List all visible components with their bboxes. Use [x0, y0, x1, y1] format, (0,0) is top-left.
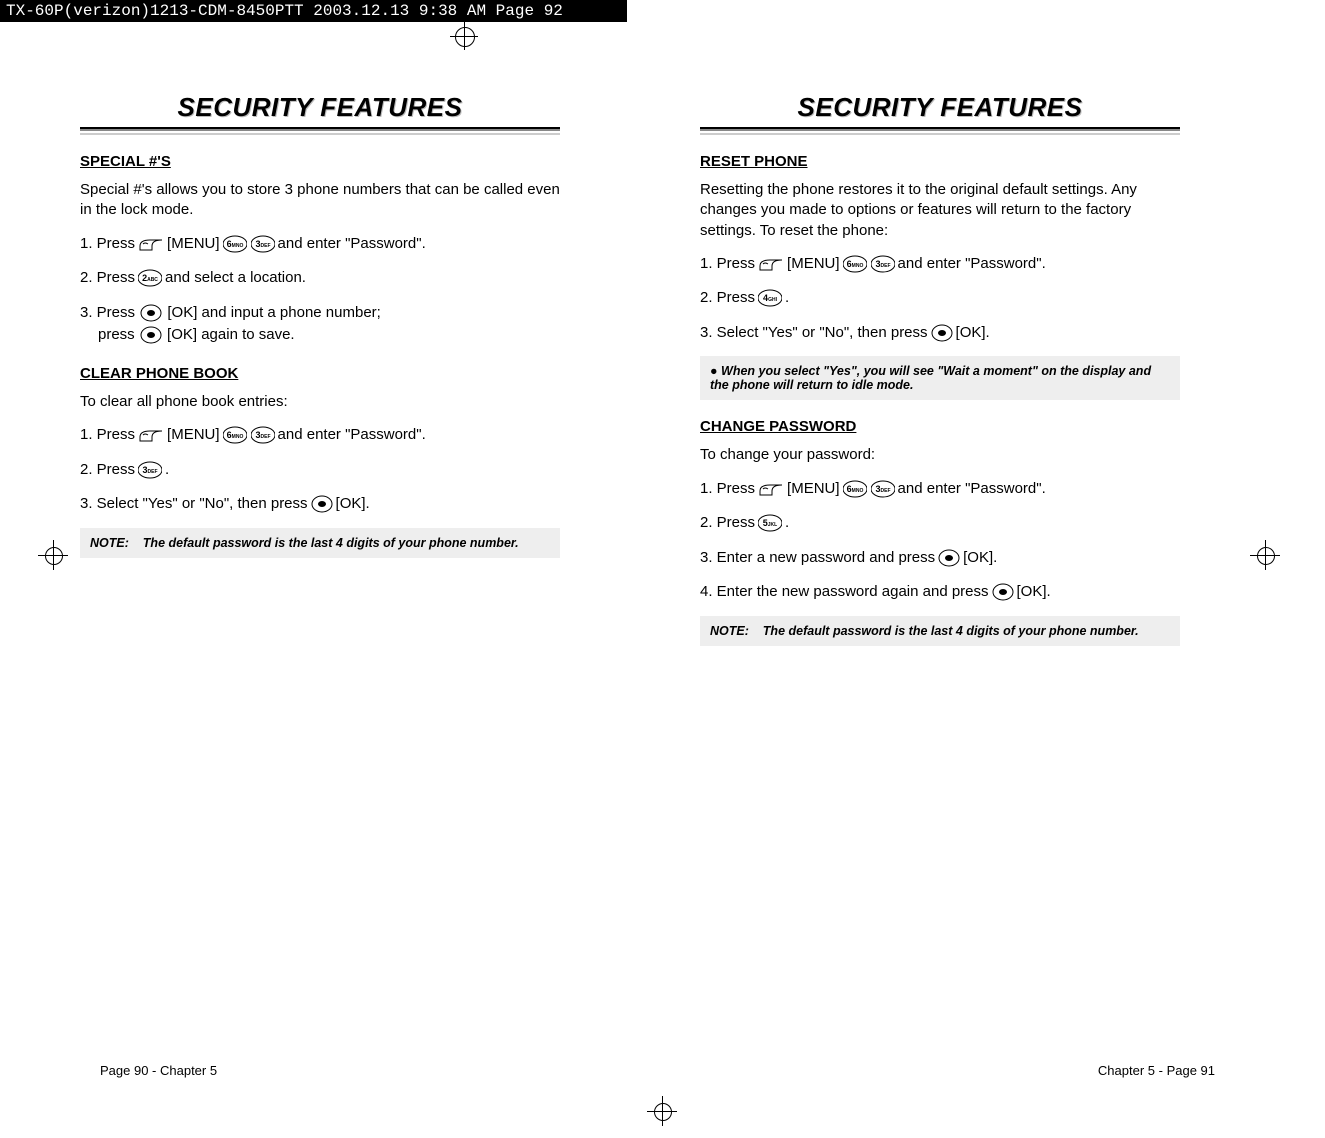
- step: 3. Press [OK] and input a phone number; …: [80, 302, 560, 347]
- page-title: SECURITY FEATURES: [80, 92, 560, 123]
- step-text: 3. Press: [80, 304, 139, 321]
- step-text: [OK].: [336, 493, 370, 516]
- key-2-icon: [138, 267, 162, 290]
- body-text: Resetting the phone restores it to the o…: [700, 180, 1180, 241]
- step-text: press: [80, 326, 139, 343]
- step-text: and enter "Password".: [898, 253, 1046, 276]
- step-text: 3. Enter a new password and press: [700, 547, 935, 570]
- key-6-icon: [843, 478, 867, 501]
- step-text: 1. Press: [700, 253, 755, 276]
- step-text: .: [785, 287, 789, 310]
- step-text: [OK] and input a phone number;: [167, 304, 380, 321]
- step-text: 1. Press: [80, 424, 135, 447]
- page-title: SECURITY FEATURES: [700, 92, 1180, 123]
- key-3-icon: [251, 424, 275, 447]
- step: 3. Select "Yes" or "No", then press [OK]…: [700, 322, 1180, 345]
- note-box: NOTE: The default password is the last 4…: [700, 616, 1180, 646]
- note-label: NOTE:: [90, 536, 129, 550]
- info-box: ● When you select "Yes", you will see "W…: [700, 356, 1180, 400]
- step: 1. Press [MENU] and enter "Password".: [80, 233, 560, 256]
- page-left: SECURITY FEATURES SPECIAL #'S Special #'…: [80, 92, 560, 656]
- key-4-icon: [758, 287, 782, 310]
- note-label: NOTE:: [710, 624, 749, 638]
- ok-button-icon: [992, 581, 1014, 604]
- step: 2. Press and select a location.: [80, 267, 560, 290]
- step-text: .: [785, 512, 789, 535]
- step: 4. Enter the new password again and pres…: [700, 581, 1180, 604]
- step-text: 4. Enter the new password again and pres…: [700, 581, 989, 604]
- ok-button-icon: [140, 302, 162, 325]
- step-text: [OK].: [956, 322, 990, 345]
- note-box: NOTE: The default password is the last 4…: [80, 528, 560, 558]
- step-text: 2. Press: [700, 287, 755, 310]
- step: 3. Select "Yes" or "No", then press [OK]…: [80, 493, 560, 516]
- step-text: and enter "Password".: [898, 478, 1046, 501]
- key-3-icon: [251, 233, 275, 256]
- ok-button-icon: [311, 493, 333, 516]
- body-text: To change your password:: [700, 445, 1180, 465]
- key-3-icon: [871, 253, 895, 276]
- step-text: 3. Select "Yes" or "No", then press: [80, 493, 308, 516]
- step-text: 1. Press: [80, 233, 135, 256]
- step-text: 3. Select "Yes" or "No", then press: [700, 322, 928, 345]
- section-head-special: SPECIAL #'S: [80, 153, 560, 170]
- step-text: 2. Press: [80, 267, 135, 290]
- step: 2. Press .: [700, 287, 1180, 310]
- softkey-icon: [758, 478, 784, 501]
- step-text: [MENU]: [167, 424, 220, 447]
- step-text: [OK].: [1017, 581, 1051, 604]
- softkey-icon: [138, 233, 164, 256]
- step-text: 2. Press: [700, 512, 755, 535]
- body-text: To clear all phone book entries:: [80, 392, 560, 412]
- body-text: Special #'s allows you to store 3 phone …: [80, 180, 560, 221]
- registration-mark-icon: [1250, 540, 1280, 570]
- page-right: SECURITY FEATURES RESET PHONE Resetting …: [700, 92, 1180, 656]
- step-text: [MENU]: [787, 478, 840, 501]
- softkey-icon: [138, 424, 164, 447]
- step: 1. Press [MENU] and enter "Password".: [80, 424, 560, 447]
- step-text: [MENU]: [787, 253, 840, 276]
- step: 2. Press .: [700, 512, 1180, 535]
- step-text: .: [165, 459, 169, 482]
- step-text: [OK] again to save.: [167, 326, 295, 343]
- key-6-icon: [223, 424, 247, 447]
- step: 1. Press [MENU] and enter "Password".: [700, 253, 1180, 276]
- step-text: [MENU]: [167, 233, 220, 256]
- section-head-reset: RESET PHONE: [700, 153, 1180, 170]
- key-5-icon: [758, 512, 782, 535]
- step-text: [OK].: [963, 547, 997, 570]
- section-head-change-pw: CHANGE PASSWORD: [700, 418, 1180, 435]
- step-text: 2. Press: [80, 459, 135, 482]
- footer-left: Page 90 - Chapter 5: [100, 1063, 217, 1078]
- ok-button-icon: [938, 547, 960, 570]
- registration-mark-icon: [38, 540, 68, 570]
- key-3-icon: [871, 478, 895, 501]
- step: 2. Press .: [80, 459, 560, 482]
- key-6-icon: [843, 253, 867, 276]
- step-text: and select a location.: [165, 267, 306, 290]
- registration-mark-icon: [647, 1096, 677, 1126]
- file-header: TX-60P(verizon)1213-CDM-8450PTT 2003.12.…: [0, 0, 627, 22]
- note-text: The default password is the last 4 digit…: [143, 536, 519, 550]
- key-3-icon: [138, 459, 162, 482]
- step: 3. Enter a new password and press [OK].: [700, 547, 1180, 570]
- step-text: and enter "Password".: [278, 424, 426, 447]
- step-text: 1. Press: [700, 478, 755, 501]
- step: 1. Press [MENU] and enter "Password".: [700, 478, 1180, 501]
- ok-button-icon: [140, 324, 162, 347]
- footer-right: Chapter 5 - Page 91: [1098, 1063, 1215, 1078]
- ok-button-icon: [931, 322, 953, 345]
- note-text: The default password is the last 4 digit…: [763, 624, 1139, 638]
- section-head-clear: CLEAR PHONE BOOK: [80, 365, 560, 382]
- key-6-icon: [223, 233, 247, 256]
- step-text: and enter "Password".: [278, 233, 426, 256]
- softkey-icon: [758, 253, 784, 276]
